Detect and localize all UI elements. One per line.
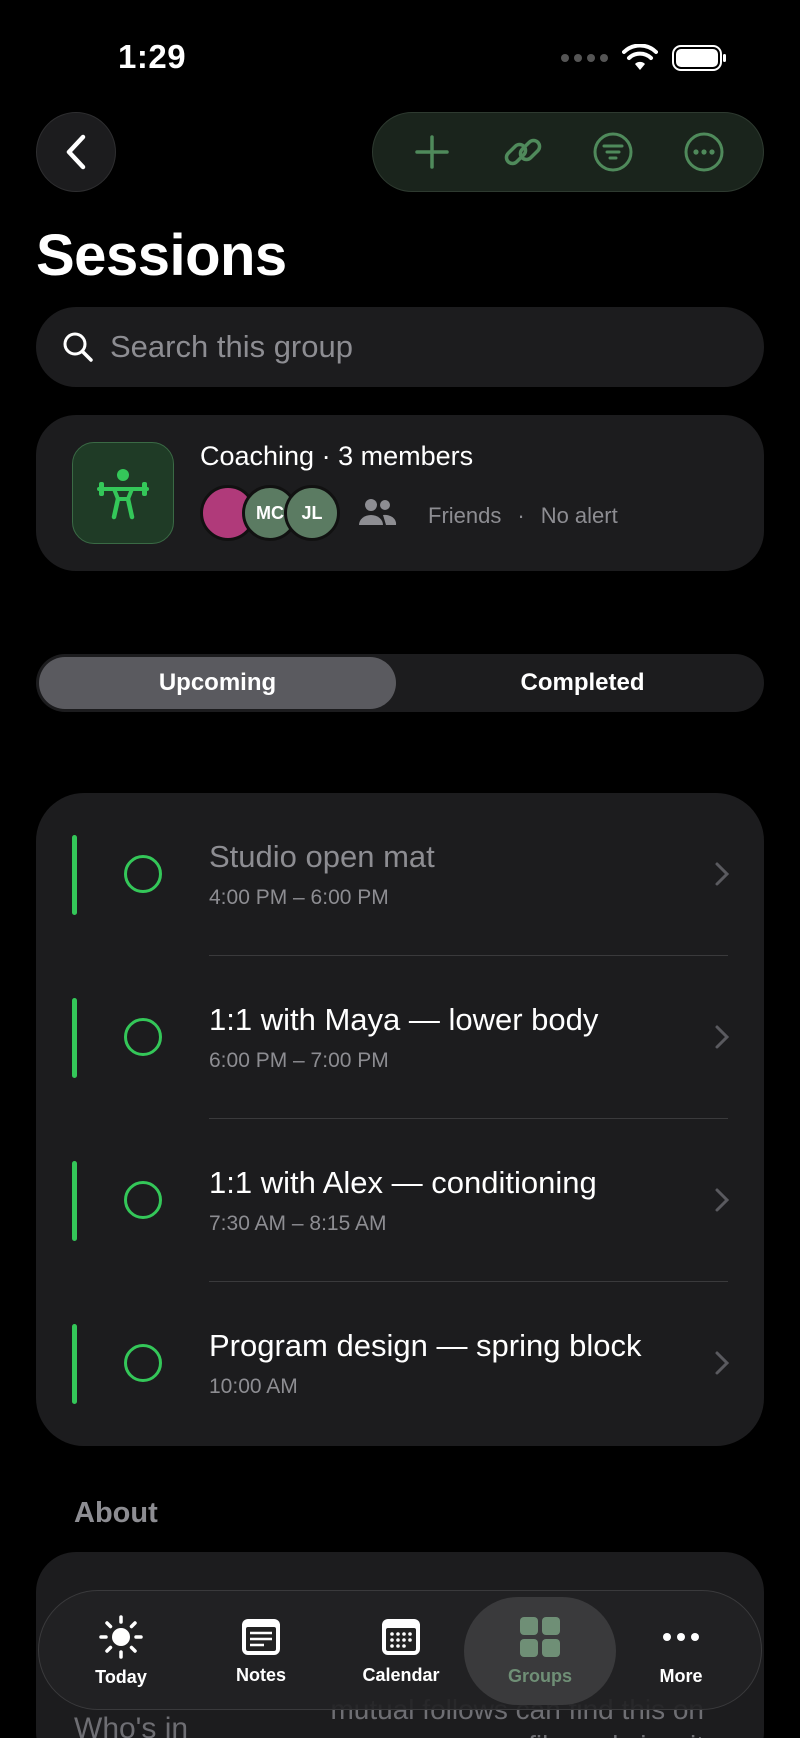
audience-label: Friends (428, 503, 502, 528)
session-time: 7:30 AM – 8:15 AM (209, 1212, 387, 1235)
filter-icon (593, 132, 633, 172)
status-time: 1:29 (118, 38, 187, 75)
session-color-bar (72, 835, 77, 915)
tab-upcoming[interactable]: Upcoming (39, 657, 396, 709)
notes-icon (242, 1618, 280, 1655)
link-button[interactable] (493, 122, 553, 182)
session-time: 10:00 AM (209, 1375, 298, 1398)
group-title: Coaching · 3 members (200, 441, 474, 471)
session-time: 4:00 PM – 6:00 PM (209, 886, 389, 909)
session-time: 6:00 PM – 7:00 PM (209, 1049, 389, 1072)
chevron-right-icon (715, 1351, 730, 1375)
ellipsis-circle-icon (684, 132, 724, 172)
complete-toggle[interactable] (124, 1181, 162, 1219)
chevron-left-icon (66, 134, 86, 170)
tab-completed[interactable]: Completed (404, 657, 761, 709)
plus-icon (415, 135, 449, 169)
session-row[interactable]: 1:1 with Alex — conditioning 7:30 AM – 8… (36, 1119, 764, 1282)
wifi-icon (622, 44, 658, 70)
tab-label: Calendar (362, 1664, 440, 1685)
calendar-icon (382, 1618, 420, 1655)
tab-calendar[interactable]: Calendar (331, 1591, 471, 1711)
alert-label: No alert (540, 503, 618, 528)
session-title: Program design — spring block (209, 1328, 642, 1363)
weightlifting-icon (72, 442, 174, 544)
complete-toggle[interactable] (124, 1018, 162, 1056)
grid-icon (520, 1616, 560, 1657)
page-title: Sessions (36, 223, 287, 288)
tab-today[interactable]: Today (51, 1591, 191, 1711)
tab-groups[interactable]: Groups (464, 1597, 616, 1705)
group-info-card[interactable]: Coaching · 3 members MC JL Friends · No … (36, 415, 764, 571)
status-icons (561, 44, 728, 72)
complete-toggle[interactable] (124, 1344, 162, 1382)
sun-icon (99, 1614, 143, 1659)
complete-toggle[interactable] (124, 855, 162, 893)
people-icon (359, 499, 397, 525)
tab-bar: Today Notes Calendar Groups More (38, 1590, 762, 1710)
tab-label: Notes (235, 1664, 286, 1685)
tab-more[interactable]: More (611, 1591, 751, 1711)
tab-notes[interactable]: Notes (191, 1591, 331, 1711)
group-meta: Friends · No alert (428, 503, 618, 529)
signal-icon (561, 54, 608, 62)
about-whos-in-label: Who's in (74, 1712, 189, 1738)
search-bar[interactable] (36, 307, 764, 387)
member-avatars[interactable]: MC JL (200, 485, 340, 541)
tab-label: Today (95, 1666, 147, 1687)
segmented-control: Upcoming Completed (36, 654, 764, 712)
tab-label: Groups (507, 1665, 572, 1686)
sessions-list: Studio open mat 4:00 PM – 6:00 PM 1:1 wi… (36, 793, 764, 1446)
chevron-right-icon (715, 1188, 730, 1212)
more-button[interactable] (674, 122, 734, 182)
actions-toolbar (372, 112, 764, 192)
add-button[interactable] (402, 122, 462, 182)
search-input[interactable] (110, 329, 710, 365)
session-color-bar (72, 1324, 77, 1404)
session-title: Studio open mat (209, 839, 435, 874)
battery-icon (672, 45, 726, 71)
session-row[interactable]: 1:1 with Maya — lower body 6:00 PM – 7:0… (36, 956, 764, 1119)
more-dots-icon (663, 1632, 699, 1641)
link-icon (504, 138, 542, 166)
session-title: 1:1 with Maya — lower body (209, 1002, 599, 1037)
filter-button[interactable] (583, 122, 643, 182)
back-button[interactable] (36, 112, 116, 192)
avatar: JL (284, 485, 340, 541)
meta-separator: · (517, 503, 525, 528)
session-title: 1:1 with Alex — conditioning (209, 1165, 597, 1200)
about-heading: About (74, 1497, 158, 1529)
session-color-bar (72, 1161, 77, 1241)
session-row[interactable]: Program design — spring block 10:00 AM (36, 1282, 764, 1445)
session-row[interactable]: Studio open mat 4:00 PM – 6:00 PM (36, 793, 764, 956)
tab-label: More (659, 1665, 703, 1686)
chevron-right-icon (715, 1025, 730, 1049)
about-description-line: your profile and view it (330, 1728, 704, 1738)
chevron-right-icon (715, 862, 730, 886)
session-color-bar (72, 998, 77, 1078)
search-icon (63, 332, 93, 362)
